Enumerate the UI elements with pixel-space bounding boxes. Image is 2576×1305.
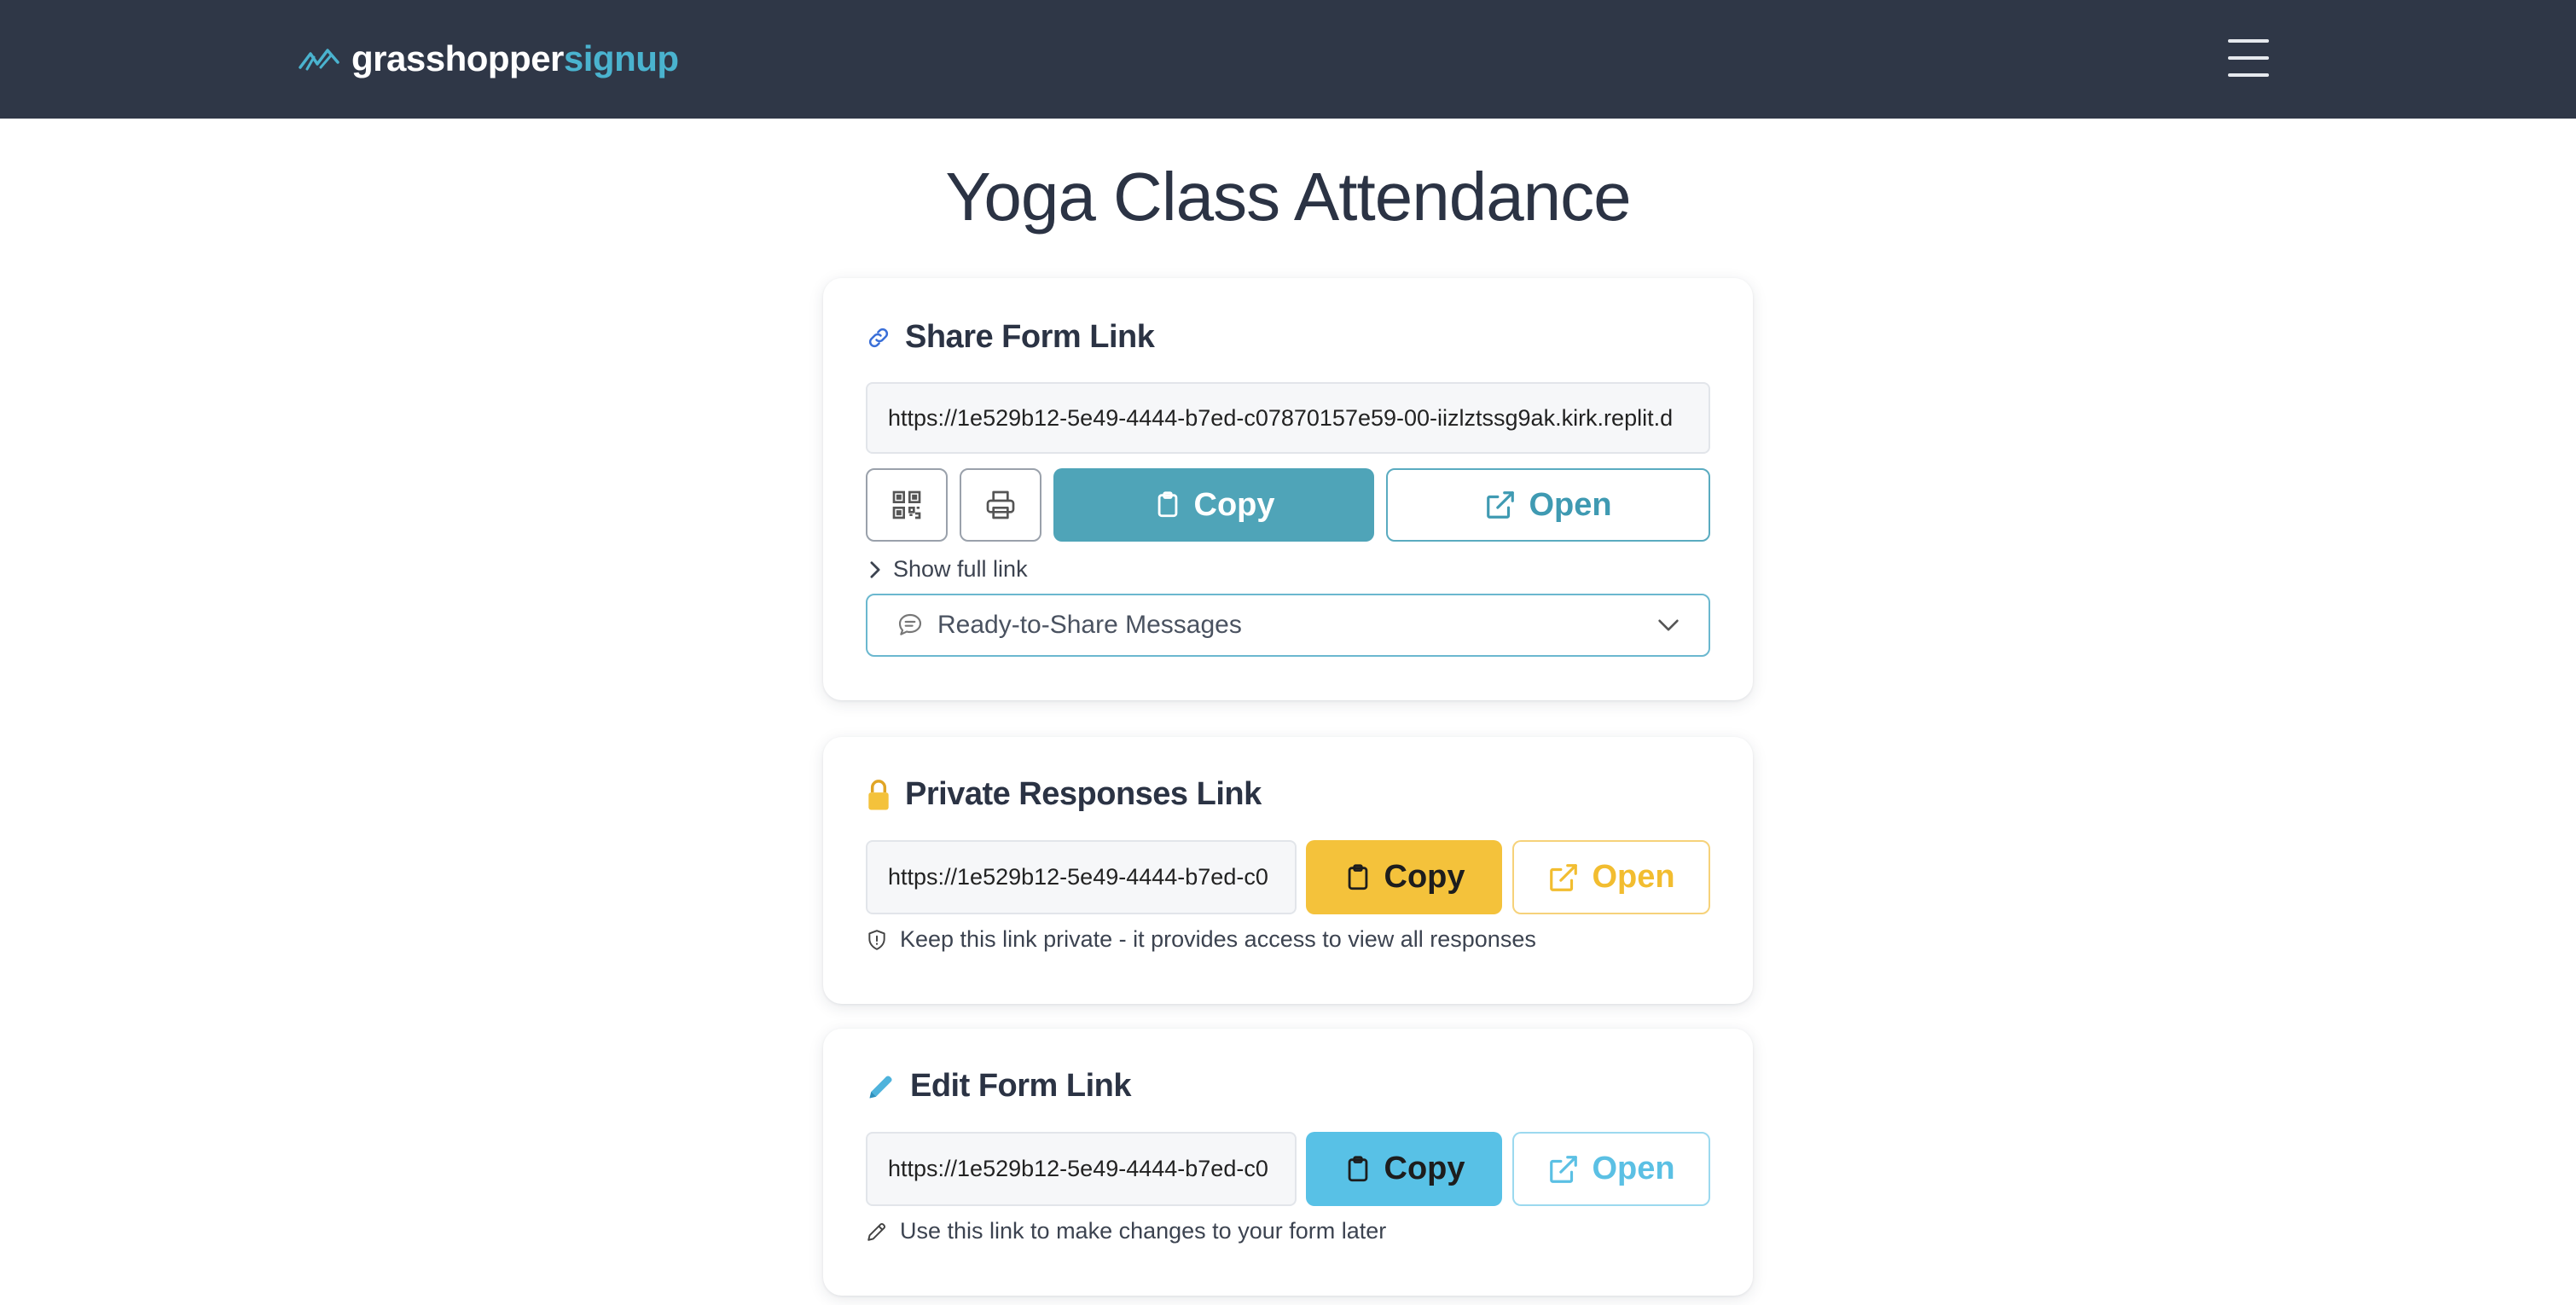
clipboard-icon bbox=[1348, 863, 1367, 890]
edit-open-label: Open bbox=[1592, 1151, 1675, 1186]
share-open-label: Open bbox=[1529, 486, 1612, 523]
pencil-icon bbox=[869, 1075, 892, 1098]
hamburger-menu-icon[interactable] bbox=[2228, 39, 2269, 77]
edit-copy-label: Copy bbox=[1384, 1151, 1465, 1186]
share-card-header: Share Form Link bbox=[866, 319, 1155, 356]
clipboard-icon bbox=[1157, 491, 1177, 518]
print-button[interactable] bbox=[960, 468, 1041, 542]
private-card-title: Private Responses Link bbox=[905, 776, 1262, 812]
chevron-down-icon bbox=[1658, 619, 1679, 631]
show-full-link-toggle[interactable]: Show full link bbox=[867, 556, 1028, 583]
page-title: Yoga Class Attendance bbox=[945, 159, 1631, 235]
printer-icon bbox=[986, 490, 1015, 519]
brand-name: grasshoppersignup bbox=[351, 38, 679, 79]
clipboard-icon bbox=[1348, 1155, 1367, 1181]
brand-name-part1: grasshopper bbox=[351, 38, 564, 78]
edit-link-note: Use this link to make changes to your fo… bbox=[866, 1218, 1386, 1244]
ready-to-share-messages-dropdown[interactable]: Ready-to-Share Messages bbox=[866, 594, 1710, 657]
qr-code-button[interactable] bbox=[866, 468, 948, 542]
qr-code-icon bbox=[892, 490, 921, 519]
edit-card-title: Edit Form Link bbox=[910, 1068, 1132, 1104]
edit-copy-button[interactable]: Copy bbox=[1306, 1132, 1502, 1206]
share-open-button[interactable]: Open bbox=[1386, 468, 1710, 542]
navbar: grasshoppersignup bbox=[0, 0, 2576, 119]
edit-open-button[interactable]: Open bbox=[1512, 1132, 1710, 1206]
pencil-outline-icon bbox=[867, 1222, 886, 1241]
edit-card-header: Edit Form Link bbox=[866, 1068, 1132, 1105]
private-open-button[interactable]: Open bbox=[1512, 840, 1710, 914]
private-url-field[interactable]: https://1e529b12-5e49-4444-b7ed-c0 bbox=[866, 840, 1297, 914]
private-responses-card: Private Responses Link https://1e529b12-… bbox=[823, 737, 1753, 1004]
share-copy-label: Copy bbox=[1193, 486, 1275, 523]
hamburger-line bbox=[2228, 56, 2269, 60]
lock-icon bbox=[868, 779, 889, 810]
shield-icon bbox=[868, 929, 885, 950]
private-link-note: Keep this link private - it provides acc… bbox=[866, 926, 1536, 953]
hamburger-line bbox=[2228, 39, 2269, 43]
grasshopper-logo-icon bbox=[299, 49, 339, 71]
share-card-title: Share Form Link bbox=[905, 319, 1155, 355]
edit-form-card: Edit Form Link https://1e529b12-5e49-444… bbox=[823, 1029, 1753, 1296]
share-copy-button[interactable]: Copy bbox=[1053, 468, 1374, 542]
brand-logo[interactable]: grasshoppersignup bbox=[299, 34, 679, 84]
dropdown-label: Ready-to-Share Messages bbox=[937, 611, 1242, 639]
external-link-icon bbox=[1550, 1155, 1578, 1183]
link-icon bbox=[868, 328, 889, 347]
share-form-card: Share Form Link https://1e529b12-5e49-44… bbox=[823, 278, 1753, 700]
brand-name-part2: signup bbox=[563, 38, 679, 78]
external-link-icon bbox=[1550, 863, 1578, 891]
edit-url-field[interactable]: https://1e529b12-5e49-4444-b7ed-c0 bbox=[866, 1132, 1297, 1206]
private-card-header: Private Responses Link bbox=[866, 776, 1262, 813]
private-copy-label: Copy bbox=[1384, 859, 1465, 895]
hamburger-line bbox=[2228, 73, 2269, 77]
show-full-link-label: Show full link bbox=[893, 556, 1028, 582]
private-note-text: Keep this link private - it provides acc… bbox=[900, 926, 1536, 952]
private-open-label: Open bbox=[1592, 859, 1675, 895]
share-url-field[interactable]: https://1e529b12-5e49-4444-b7ed-c0787015… bbox=[866, 382, 1710, 454]
private-copy-button[interactable]: Copy bbox=[1306, 840, 1502, 914]
chat-bubble-icon bbox=[898, 613, 922, 635]
chevron-right-icon bbox=[870, 560, 880, 578]
edit-note-text: Use this link to make changes to your fo… bbox=[900, 1218, 1387, 1244]
external-link-icon bbox=[1487, 491, 1515, 519]
